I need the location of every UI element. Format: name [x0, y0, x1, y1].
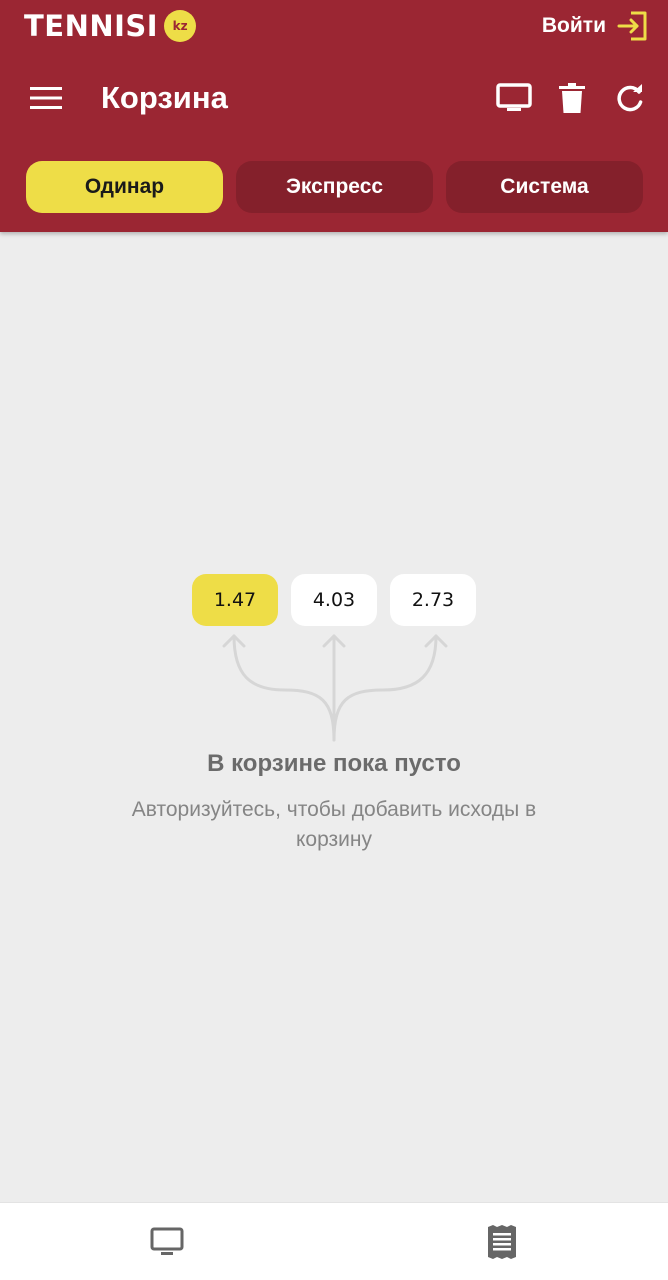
- empty-cart-title: В корзине пока пусто: [207, 750, 461, 777]
- odd-chip: 2.73: [390, 574, 476, 626]
- odd-chip: 4.03: [291, 574, 377, 626]
- arrows-illustration: [222, 634, 448, 742]
- trash-icon[interactable]: [552, 78, 592, 118]
- empty-cart-subtitle: Авторизуйтесь, чтобы добавить исходы в к…: [131, 798, 537, 851]
- brand-row: TENNISI kz Войти: [0, 0, 668, 52]
- tv-icon[interactable]: [143, 1219, 191, 1265]
- tab-single[interactable]: Одинар: [26, 161, 223, 213]
- app-root: TENNISI kz Войти Корзина Одинар Экспресс…: [0, 0, 668, 1280]
- bet-type-tabs: Одинар Экспресс Система: [0, 160, 668, 214]
- empty-cart-state: 1.47 4.03 2.73 В корзине пока пусто Авто…: [0, 232, 668, 1202]
- bet-slip-icon[interactable]: [478, 1219, 526, 1265]
- page-title: Корзина: [101, 80, 228, 115]
- login-arrow-icon: [616, 10, 648, 42]
- toolbar: Корзина: [0, 60, 668, 136]
- app-header: TENNISI kz Войти Корзина Одинар Экспресс…: [0, 0, 668, 232]
- brand-badge: kz: [164, 10, 197, 42]
- tab-system[interactable]: Система: [446, 161, 643, 213]
- tab-express[interactable]: Экспресс: [236, 161, 433, 213]
- login-button[interactable]: Войти: [542, 10, 648, 42]
- tv-icon[interactable]: [494, 78, 534, 118]
- refresh-icon[interactable]: [610, 78, 650, 118]
- brand-logo[interactable]: TENNISI kz: [24, 8, 197, 44]
- hamburger-menu-icon[interactable]: [26, 78, 66, 118]
- login-label: Войти: [541, 14, 606, 37]
- odd-chip: 1.47: [192, 574, 278, 626]
- brand-name: TENNISI: [24, 9, 159, 43]
- bottom-navigation: [0, 1202, 668, 1280]
